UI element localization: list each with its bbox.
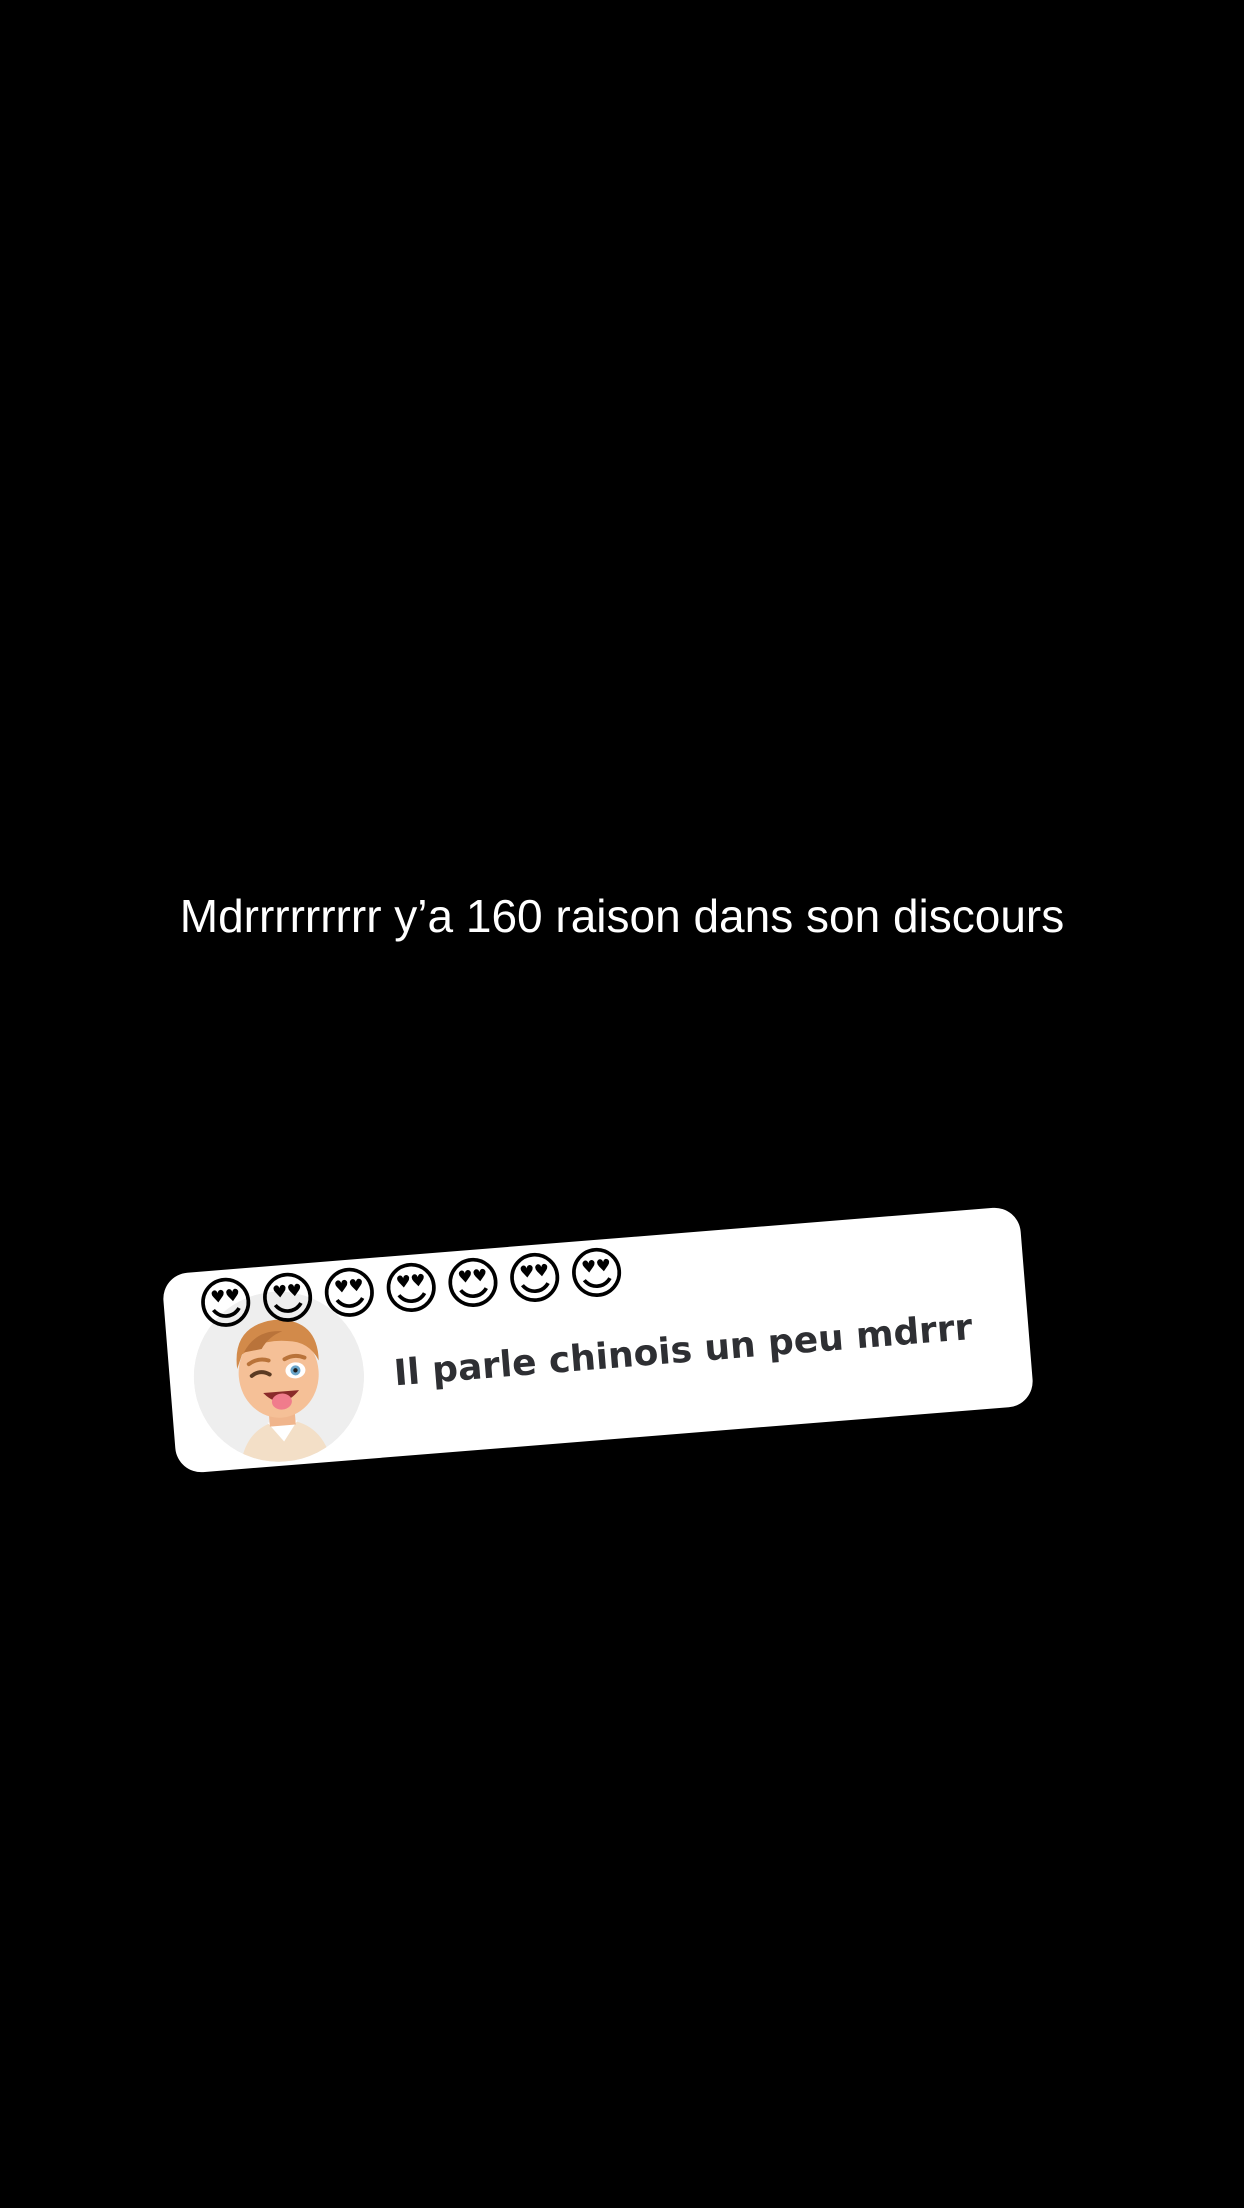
heart-eyes-emoji-icon: 😍 xyxy=(441,1249,507,1320)
heart-eyes-emoji-icon: 😍 xyxy=(194,1269,260,1339)
story-caption: Mdrrrrrrrrr y’a 160 raison dans son disc… xyxy=(179,890,1065,942)
heart-eyes-emoji-icon: 😍 xyxy=(379,1254,446,1325)
reply-sticker[interactable]: 😍😍😍😍😍😍😍 Il parle chinois un peu mdrrr xyxy=(161,1205,1035,1475)
heart-eyes-emoji-icon: 😍 xyxy=(317,1259,384,1330)
heart-eyes-emoji-icon: 😍 xyxy=(256,1264,322,1334)
emoji-row: 😍😍😍😍😍😍😍 xyxy=(193,1237,631,1342)
heart-eyes-emoji-icon: 😍 xyxy=(565,1239,631,1310)
heart-eyes-emoji-icon: 😍 xyxy=(503,1244,569,1315)
